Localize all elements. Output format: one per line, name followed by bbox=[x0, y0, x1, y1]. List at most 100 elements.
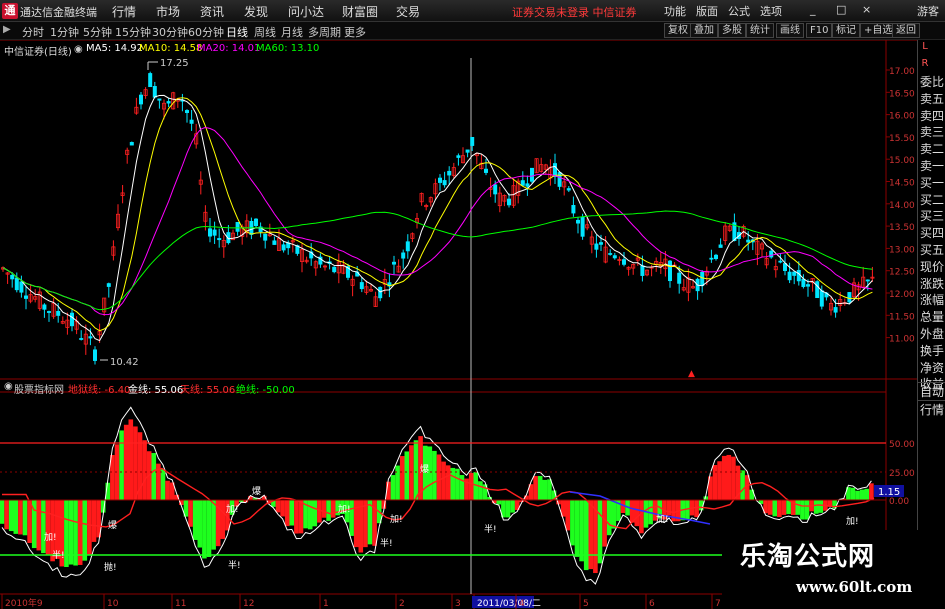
indicator-bar bbox=[404, 451, 410, 500]
menu-item-options[interactable]: 选项 bbox=[760, 3, 782, 19]
watermark: 乐淘公式网 www.60lt.com bbox=[722, 530, 945, 609]
indicator-bar bbox=[321, 500, 327, 518]
mark-button[interactable]: 标记 bbox=[832, 23, 860, 38]
candle-body bbox=[677, 272, 682, 284]
indicator-bar bbox=[579, 500, 584, 562]
candle-body bbox=[79, 338, 84, 340]
overlay-button[interactable]: 叠加 bbox=[690, 23, 718, 38]
gold-line-label: 金线: 55.06 bbox=[128, 385, 184, 396]
menu-item-market[interactable]: 市场 bbox=[156, 3, 180, 20]
indicator-bar bbox=[330, 500, 336, 518]
indicator-name[interactable]: 股票指标网 bbox=[14, 381, 64, 396]
side-label: 外盘 bbox=[919, 326, 944, 341]
indicator-bar bbox=[455, 468, 460, 500]
candle-body bbox=[437, 177, 442, 183]
candle-body bbox=[801, 278, 806, 287]
indicator-bar bbox=[611, 500, 617, 529]
add-favorite-button[interactable]: +自选 bbox=[860, 23, 897, 38]
high-label: 17.25 bbox=[160, 58, 189, 69]
candle-body bbox=[157, 98, 162, 101]
side-auto-button[interactable]: 自动 bbox=[918, 382, 945, 400]
indicator-marker: 爆 bbox=[252, 485, 261, 497]
ma-toggle-icon[interactable]: ◉ bbox=[74, 44, 83, 55]
candle-body bbox=[281, 244, 286, 251]
tab-monthly[interactable]: 月线 bbox=[281, 24, 303, 40]
candle-body bbox=[217, 238, 222, 241]
tab-5min[interactable]: 5分钟 bbox=[83, 24, 112, 40]
watermark-title: 乐淘公式网 bbox=[740, 542, 876, 572]
menu-item-news[interactable]: 资讯 bbox=[200, 3, 224, 20]
candle-body bbox=[576, 219, 581, 224]
menu-item-layout[interactable]: 版面 bbox=[696, 3, 718, 19]
moving-average-lines bbox=[2, 94, 873, 342]
indicator-bar bbox=[202, 500, 207, 559]
tab-15min[interactable]: 15分钟 bbox=[115, 24, 151, 40]
menu-item-wealth[interactable]: 财富圈 bbox=[342, 3, 378, 20]
indicator-bar bbox=[859, 489, 865, 500]
side-label: 买二 bbox=[919, 192, 944, 207]
side-quote-button[interactable]: 行情 bbox=[918, 400, 945, 418]
candle-body bbox=[525, 183, 530, 187]
indicator-bar bbox=[726, 454, 732, 500]
candle-body bbox=[106, 283, 111, 287]
candle-body bbox=[640, 265, 645, 276]
indicator-bar bbox=[123, 424, 129, 500]
chart-canvas[interactable]: 17.00 16.50 16.00 15.50 15.00 14.50 14.00 13.50… bbox=[0, 39, 917, 609]
maximize-icon[interactable]: □ bbox=[836, 3, 846, 16]
candle-body bbox=[272, 240, 277, 245]
tab-more[interactable]: 更多 bbox=[344, 24, 366, 40]
menu-item-assistant[interactable]: 问小达 bbox=[288, 3, 324, 20]
candlestick-series bbox=[0, 71, 875, 365]
close-icon[interactable]: × bbox=[862, 3, 871, 16]
draw-button[interactable]: 画线 bbox=[776, 23, 804, 38]
indicator-bar bbox=[27, 500, 32, 543]
back-button[interactable]: 返回 bbox=[892, 23, 920, 38]
indicator-bar bbox=[13, 500, 19, 534]
guest-label[interactable]: 游客 bbox=[917, 3, 939, 19]
candle-body bbox=[263, 233, 268, 241]
ma-line bbox=[2, 94, 873, 342]
adjust-button[interactable]: 复权 bbox=[664, 23, 692, 38]
indicator-bar bbox=[445, 465, 451, 500]
indicator-bar bbox=[211, 500, 216, 550]
candle-body bbox=[608, 253, 613, 255]
tab-weekly[interactable]: 周线 bbox=[254, 24, 276, 40]
candle-body bbox=[359, 282, 364, 290]
expand-arrow-icon[interactable]: ▶ bbox=[3, 24, 11, 35]
chart-area[interactable]: 17.00 16.50 16.00 15.50 15.00 14.50 14.00 13.50… bbox=[0, 39, 917, 609]
menu-item-formula[interactable]: 公式 bbox=[728, 3, 750, 19]
f10-button[interactable]: F10 bbox=[806, 23, 833, 38]
candle-body bbox=[19, 281, 24, 293]
indicator-toggle-icon[interactable]: ◉ bbox=[4, 381, 13, 392]
tab-30min[interactable]: 30分钟 bbox=[152, 24, 188, 40]
candle-body bbox=[10, 274, 15, 280]
candle-body bbox=[129, 142, 134, 146]
tab-60min[interactable]: 60分钟 bbox=[188, 24, 224, 40]
indicator-bar bbox=[197, 500, 203, 548]
indicator-bar bbox=[731, 456, 736, 500]
candle-body bbox=[833, 307, 838, 313]
menu-item-trade[interactable]: 交易 bbox=[396, 3, 420, 20]
indicator-bar bbox=[786, 500, 791, 515]
tab-daily[interactable]: 日线 bbox=[226, 24, 248, 40]
indicator-bar bbox=[133, 426, 138, 500]
tab-multi-period[interactable]: 多周期 bbox=[308, 24, 341, 40]
minimize-icon[interactable]: _ bbox=[810, 3, 816, 16]
indicator-bar bbox=[151, 453, 157, 500]
multi-stock-button[interactable]: 多股 bbox=[718, 23, 746, 38]
indicator-bar bbox=[510, 500, 515, 513]
menu-item-discover[interactable]: 发现 bbox=[244, 3, 268, 20]
tab-1min[interactable]: 1分钟 bbox=[50, 24, 79, 40]
menu-item-functions[interactable]: 功能 bbox=[664, 3, 686, 19]
indicator-bar bbox=[740, 470, 745, 500]
sky-line-label: 天线: 55.06 bbox=[180, 385, 236, 396]
indicator-marker: 加! bbox=[390, 514, 403, 525]
current-value: 1.15 bbox=[878, 487, 900, 498]
indicator-bar bbox=[87, 500, 92, 556]
indicator-bar bbox=[206, 500, 212, 557]
tab-intraday[interactable]: 分时 bbox=[22, 24, 44, 40]
menu-item-quotes[interactable]: 行情 bbox=[112, 3, 136, 20]
indicator-bar bbox=[496, 500, 502, 505]
stats-button[interactable]: 统计 bbox=[746, 23, 774, 38]
login-notice[interactable]: 证券交易未登录 中信证券 bbox=[512, 4, 637, 20]
